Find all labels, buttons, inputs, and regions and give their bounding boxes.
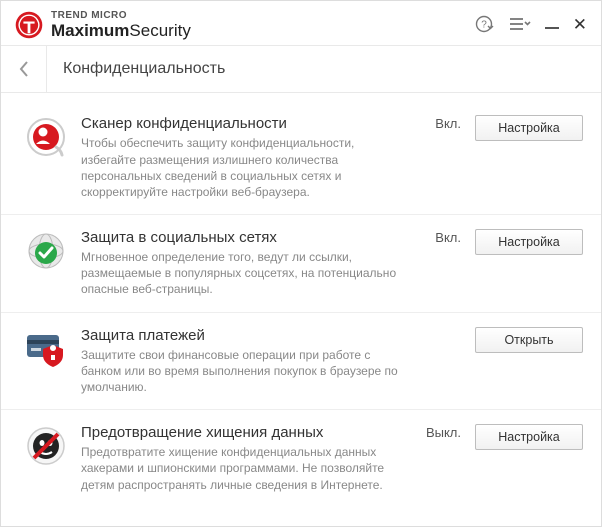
row-state: Вкл.: [417, 230, 461, 245]
row-pay-guard: Защита платежей Защитите свои финансовые…: [1, 313, 601, 411]
brand-light: Security: [129, 21, 190, 40]
pay-guard-icon: [25, 327, 67, 396]
subheader: Конфиденциальность: [1, 45, 601, 93]
row-title: Сканер конфиденциальности: [81, 115, 407, 132]
row-state: Вкл.: [417, 116, 461, 131]
row-desc: Предотвратите хищение конфиденциальных д…: [81, 444, 401, 493]
menu-button[interactable]: [509, 15, 531, 35]
brand-bold: Maximum: [51, 21, 129, 40]
trendmicro-logo-icon: [15, 11, 43, 39]
minimize-button[interactable]: [545, 21, 559, 29]
configure-button[interactable]: Настройка: [475, 229, 583, 255]
header-controls: ? ✕: [475, 15, 587, 35]
close-button[interactable]: ✕: [573, 15, 587, 35]
row-title: Предотвращение хищения данных: [81, 424, 407, 441]
brand-text: TREND MICRO MaximumSecurity: [51, 11, 191, 39]
help-button[interactable]: ?: [475, 15, 495, 35]
app-window: TREND MICRO MaximumSecurity ?: [0, 0, 602, 527]
row-social-protection: Защита в социальных сетях Вкл. Мгновенно…: [1, 215, 601, 313]
row-state: Выкл.: [417, 425, 461, 440]
row-title: Защита платежей: [81, 327, 407, 344]
row-data-theft: Предотвращение хищения данных Выкл. Пред…: [1, 410, 601, 507]
back-button[interactable]: [1, 46, 47, 92]
social-protection-icon: [25, 229, 67, 298]
minimize-icon: [545, 27, 559, 29]
privacy-scanner-icon: [25, 115, 67, 200]
open-button[interactable]: Открыть: [475, 327, 583, 353]
header: TREND MICRO MaximumSecurity ?: [1, 1, 601, 45]
data-theft-icon: [25, 424, 67, 493]
row-desc: Мгновенное определение того, ведут ли сс…: [81, 249, 401, 298]
configure-button[interactable]: Настройка: [475, 115, 583, 141]
row-privacy-scanner: Сканер конфиденциальности Вкл. Чтобы обе…: [1, 101, 601, 215]
row-title: Защита в социальных сетях: [81, 229, 407, 246]
page-title: Конфиденциальность: [47, 60, 225, 78]
configure-button[interactable]: Настройка: [475, 424, 583, 450]
row-desc: Защитите свои финансовые операции при ра…: [81, 347, 401, 396]
row-desc: Чтобы обеспечить защиту конфиденциальнос…: [81, 135, 401, 200]
content: Сканер конфиденциальности Вкл. Чтобы обе…: [1, 93, 601, 526]
svg-text:?: ?: [481, 20, 487, 31]
